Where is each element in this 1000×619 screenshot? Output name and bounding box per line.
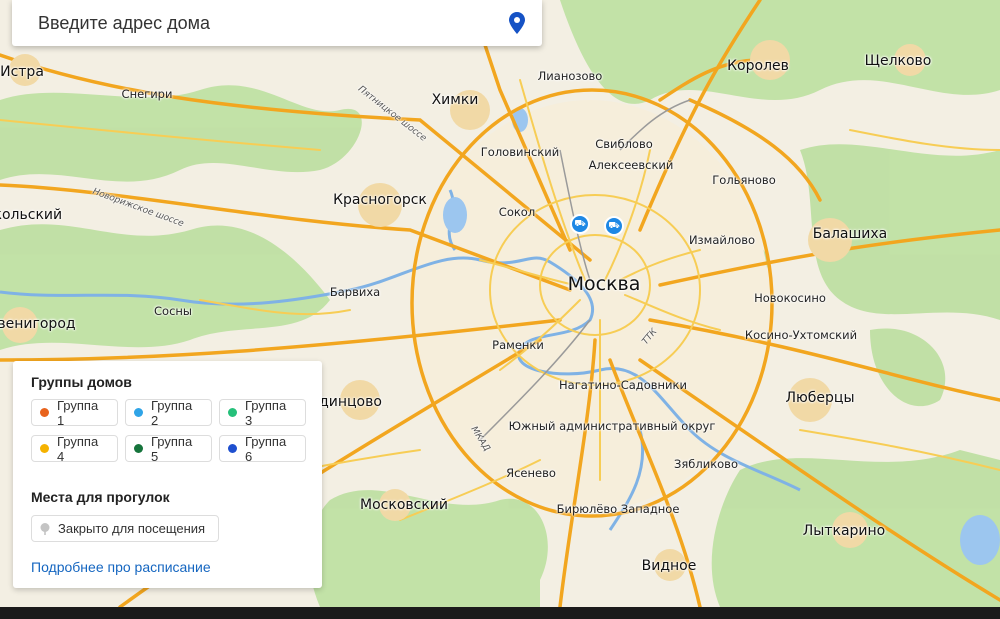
group-1-label: Группа 1 bbox=[57, 397, 99, 428]
house-groups-title: Группы домов bbox=[31, 374, 132, 390]
group-2-chip[interactable]: Группа 2 bbox=[125, 397, 212, 428]
map-label-krasnogorsk: Красногорск bbox=[333, 192, 427, 208]
map-label-golyanovo: Гольяново bbox=[712, 173, 776, 187]
map-label-ramenki: Раменки bbox=[492, 338, 544, 352]
map-label-istra: Истра bbox=[0, 64, 44, 80]
map-label-khimki: Химки bbox=[431, 92, 479, 108]
map-label-yuzhny: Южный административный округ bbox=[508, 419, 716, 433]
group-6-chip[interactable]: Группа 6 bbox=[219, 433, 306, 464]
map-label-shchelkovo: Щелково bbox=[864, 53, 932, 69]
map-label-moskva: Москва bbox=[567, 273, 641, 295]
location-pin-icon[interactable] bbox=[508, 12, 526, 34]
map-label-yasenevo: Ясенево bbox=[506, 466, 556, 480]
map-label-lytkarino: Лыткарино bbox=[802, 523, 886, 539]
map-label-zvenigorod: Звенигород bbox=[0, 316, 76, 332]
map-label-sokol: Сокол bbox=[498, 205, 536, 219]
group-1-color-dot bbox=[40, 408, 49, 417]
map-label-nagatino: Нагатино-Садовники bbox=[559, 378, 687, 392]
group-4-chip[interactable]: Группа 4 bbox=[31, 433, 118, 464]
group-5-color-dot bbox=[134, 444, 143, 453]
map-label-novokosino: Новокосино bbox=[754, 291, 826, 305]
map-label-barvikha: Барвиха bbox=[329, 285, 381, 299]
group-6-label: Группа 6 bbox=[245, 433, 287, 464]
map-label-golovinsky: Головинский bbox=[480, 145, 560, 159]
group-1-chip[interactable]: Группа 1 bbox=[31, 397, 118, 428]
map-label-sosny: Сосны bbox=[154, 304, 192, 318]
group-5-chip[interactable]: Группа 5 bbox=[125, 433, 212, 464]
railway-station-icon[interactable]: ⛟ bbox=[604, 216, 624, 236]
group-4-color-dot bbox=[40, 444, 49, 453]
address-search-input[interactable] bbox=[36, 8, 500, 38]
map-label-sviblovo: Свиблово bbox=[595, 137, 653, 151]
group-3-label: Группа 3 bbox=[245, 397, 287, 428]
map-label-zyablikovo: Зябликово bbox=[673, 457, 739, 471]
map-label-alekseevsky: Алексеевский bbox=[588, 158, 674, 172]
map-label-vidnoe: Видное bbox=[641, 558, 697, 574]
map-label-biryulevo: Бирюлёво Западное bbox=[556, 502, 680, 516]
map-label-lyubertsy: Люберцы bbox=[785, 390, 855, 406]
group-3-color-dot bbox=[228, 408, 237, 417]
map-label-lianozovo: Лианозово bbox=[537, 69, 603, 83]
map-label-moskovsky: Московский bbox=[360, 497, 448, 513]
group-2-label: Группа 2 bbox=[151, 397, 193, 428]
walk-places-title: Места для прогулок bbox=[31, 489, 170, 505]
railway-station-icon[interactable]: ⛟ bbox=[570, 214, 590, 234]
tree-icon bbox=[40, 522, 50, 535]
group-2-color-dot bbox=[134, 408, 143, 417]
group-4-label: Группа 4 bbox=[57, 433, 99, 464]
map-label-izmailovo: Измайлово bbox=[688, 233, 756, 247]
closed-for-visits-label: Закрыто для посещения bbox=[58, 521, 206, 536]
closed-for-visits-chip[interactable]: Закрыто для посещения bbox=[31, 515, 219, 542]
group-3-chip[interactable]: Группа 3 bbox=[219, 397, 306, 428]
group-5-label: Группа 5 bbox=[151, 433, 193, 464]
address-search-bar bbox=[12, 0, 542, 46]
map-label-kosino: Косино-Ухтомский bbox=[744, 328, 858, 342]
schedule-details-link[interactable]: Подробнее про расписание bbox=[31, 559, 211, 575]
map-label-korolev: Королев bbox=[727, 58, 789, 74]
map-label-nikolsky: Никольский bbox=[0, 207, 63, 223]
map-label-snegiri: Снегири bbox=[121, 87, 173, 101]
map-legend-panel: Группы домов Группа 1 Группа 2 Группа 3 … bbox=[13, 361, 322, 588]
map-label-balashikha: Балашиха bbox=[812, 226, 888, 242]
group-6-color-dot bbox=[228, 444, 237, 453]
bottom-bar bbox=[0, 607, 1000, 619]
